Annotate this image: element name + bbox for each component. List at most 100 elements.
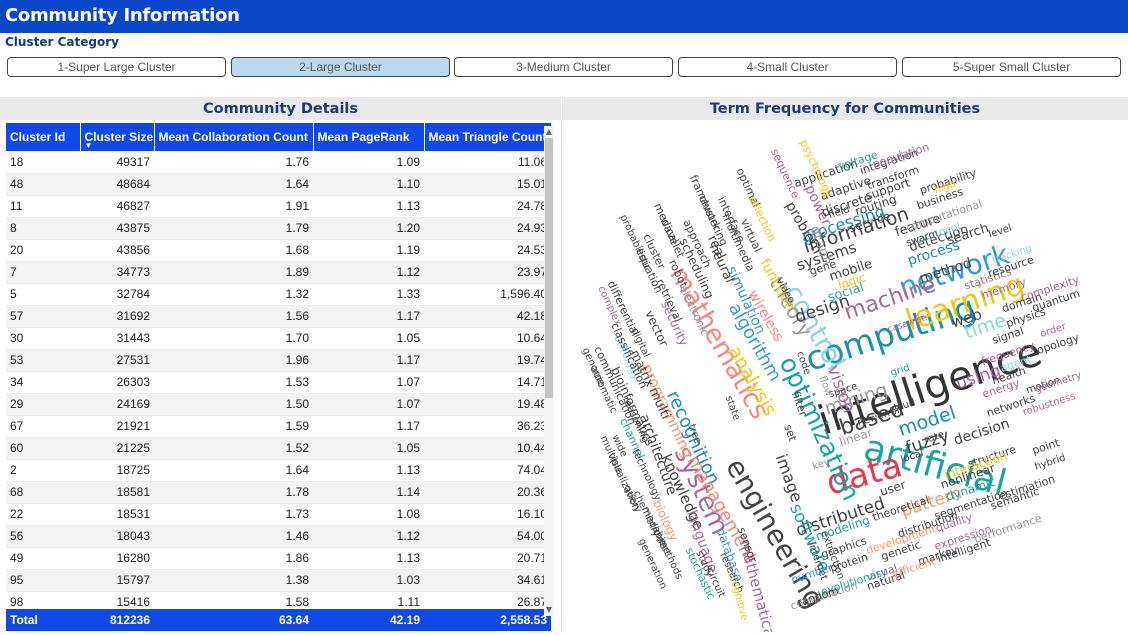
- table-cell: 43856: [80, 239, 154, 262]
- table-cell: 10.44: [424, 437, 551, 460]
- cloud-word: decision: [952, 416, 1012, 449]
- table-cell: 1.17: [313, 305, 424, 328]
- table-cell: 1.96: [154, 349, 313, 372]
- cloud-word: sequence: [768, 147, 802, 201]
- table-row[interactable]: 29 24169 1.50 1.07 19.48: [6, 393, 551, 416]
- table-cell: 20.36: [424, 481, 551, 504]
- slicer-option-medium[interactable]: 3-Medium Cluster: [454, 57, 673, 77]
- table-row[interactable]: 68 18581 1.78 1.14 20.36: [6, 481, 551, 504]
- table-cell: 1.19: [313, 239, 424, 262]
- table-cell: 1.10: [313, 173, 424, 196]
- table-cell: 95: [6, 569, 80, 592]
- table-row[interactable]: 60 21225 1.52 1.05 10.44: [6, 437, 551, 460]
- table-cell: 1,596.40: [424, 283, 551, 306]
- table-cell: 43875: [80, 217, 154, 240]
- table-cell: 1.46: [154, 525, 313, 548]
- table-row[interactable]: 7 34773 1.89 1.12 23.97: [6, 261, 551, 284]
- table-cell: 18: [6, 151, 80, 174]
- slicer-option-super-small[interactable]: 5-Super Small Cluster: [902, 57, 1121, 77]
- table-row[interactable]: 2 18725 1.64 1.13 74.04: [6, 459, 551, 482]
- table-row[interactable]: 98 15416 1.58 1.11 26.87: [6, 591, 551, 608]
- table-row[interactable]: 53 27531 1.96 1.17 19.74: [6, 349, 551, 372]
- table-row[interactable]: 30 31443 1.70 1.05 10.64: [6, 327, 551, 350]
- table-cell: 1.33: [313, 283, 424, 306]
- table-cell: 24.53: [424, 239, 551, 262]
- table-row[interactable]: 8 43875 1.79 1.20 24.93: [6, 217, 551, 240]
- table-cell: 1.09: [313, 151, 424, 174]
- table-cell: 18043: [80, 525, 154, 548]
- table-row[interactable]: 5 32784 1.32 1.33 1,596.40: [6, 283, 551, 306]
- table-cell: 60: [6, 437, 80, 460]
- column-header-mean-collaboration[interactable]: Mean Collaboration Count: [154, 123, 314, 151]
- table-cell: 49: [6, 547, 80, 570]
- table-cell: 22: [6, 503, 80, 526]
- table-cell: 1.56: [154, 305, 313, 328]
- table-cell: 1.86: [154, 547, 313, 570]
- total-label: Total: [6, 609, 80, 631]
- table-cell: 20.71: [424, 547, 551, 570]
- column-header-mean-triangle[interactable]: Mean Triangle Count: [424, 123, 551, 151]
- table-row[interactable]: 67 21921 1.59 1.17 36.23: [6, 415, 551, 438]
- table-cell: 1.79: [154, 217, 313, 240]
- table-cell: 1.07: [313, 393, 424, 416]
- table-cell: 98: [6, 591, 80, 608]
- slicer-option-super-large[interactable]: 1-Super Large Cluster: [7, 57, 226, 77]
- table-row[interactable]: 18 49317 1.76 1.09 11.06: [6, 151, 551, 174]
- table-cell: 1.14: [313, 481, 424, 504]
- table-scrollbar[interactable]: ▲ ▼: [544, 126, 554, 616]
- table-cell: 1.07: [313, 371, 424, 394]
- community-details-table: Cluster Id Cluster Size ▼ Mean Collaborat…: [6, 123, 560, 631]
- table-cell: 53: [6, 349, 80, 372]
- column-header-cluster-size[interactable]: Cluster Size ▼: [80, 123, 155, 151]
- table-cell: 16280: [80, 547, 154, 570]
- table-cell: 19.74: [424, 349, 551, 372]
- cloud-word: population: [871, 140, 931, 170]
- table-cell: 1.64: [154, 459, 313, 482]
- column-header-cluster-id[interactable]: Cluster Id: [6, 123, 81, 151]
- table-cell: 48684: [80, 173, 154, 196]
- table-cell: 1.78: [154, 481, 313, 504]
- table-row[interactable]: 22 18531 1.73 1.08 16.10: [6, 503, 551, 526]
- table-cell: 29: [6, 393, 80, 416]
- table-cell: 57: [6, 305, 80, 328]
- table-cell: 19.48: [424, 393, 551, 416]
- table-cell: 2: [6, 459, 80, 482]
- table-cell: 1.32: [154, 283, 313, 306]
- scroll-down-icon[interactable]: ▼: [544, 604, 554, 616]
- table-row[interactable]: 48 48684 1.64 1.10 15.01: [6, 173, 551, 196]
- table-row[interactable]: 95 15797 1.38 1.03 34.61: [6, 569, 551, 592]
- table-cell: 1.13: [313, 195, 424, 218]
- slicer-option-small[interactable]: 4-Small Cluster: [678, 57, 897, 77]
- table-cell: 21921: [80, 415, 154, 438]
- table-cell: 21225: [80, 437, 154, 460]
- column-header-mean-pagerank[interactable]: Mean PageRank: [313, 123, 425, 151]
- table-cell: 1.53: [154, 371, 313, 394]
- cloud-word: image: [772, 451, 807, 504]
- slicer-option-large[interactable]: 2-Large Cluster: [231, 57, 450, 77]
- table-body[interactable]: 18 49317 1.76 1.09 11.06 48 48684 1.64 1.10 15.01…: [6, 151, 560, 608]
- table-row[interactable]: 57 31692 1.56 1.17 42.18: [6, 305, 551, 328]
- table-cell: 1.64: [154, 173, 313, 196]
- table-row[interactable]: 11 46827 1.91 1.13 24.78: [6, 195, 551, 218]
- table-cell: 46827: [80, 195, 154, 218]
- table-cell: 1.13: [313, 547, 424, 570]
- table-row[interactable]: 34 26303 1.53 1.07 14.71: [6, 371, 551, 394]
- table-row[interactable]: 20 43856 1.68 1.19 24.53: [6, 239, 551, 262]
- table-cell: 54.00: [424, 525, 551, 548]
- cluster-category-label: Cluster Category: [5, 35, 119, 49]
- table-cell: 1.08: [313, 503, 424, 526]
- scroll-up-icon[interactable]: ▲: [544, 126, 554, 138]
- total-collaboration: 63.64: [154, 609, 313, 631]
- table-cell: 15416: [80, 591, 154, 608]
- table-cell: 1.58: [154, 591, 313, 608]
- table-cell: 26303: [80, 371, 154, 394]
- table-cell: 68: [6, 481, 80, 504]
- table-cell: 56: [6, 525, 80, 548]
- table-row[interactable]: 56 18043 1.46 1.12 54.00: [6, 525, 551, 548]
- table-row[interactable]: 49 16280 1.86 1.13 20.71: [6, 547, 551, 570]
- table-cell: 10.64: [424, 327, 551, 350]
- scroll-thumb[interactable]: [545, 138, 553, 398]
- table-cell: 1.12: [313, 525, 424, 548]
- table-cell: 34.61: [424, 569, 551, 592]
- table-cell: 34773: [80, 261, 154, 284]
